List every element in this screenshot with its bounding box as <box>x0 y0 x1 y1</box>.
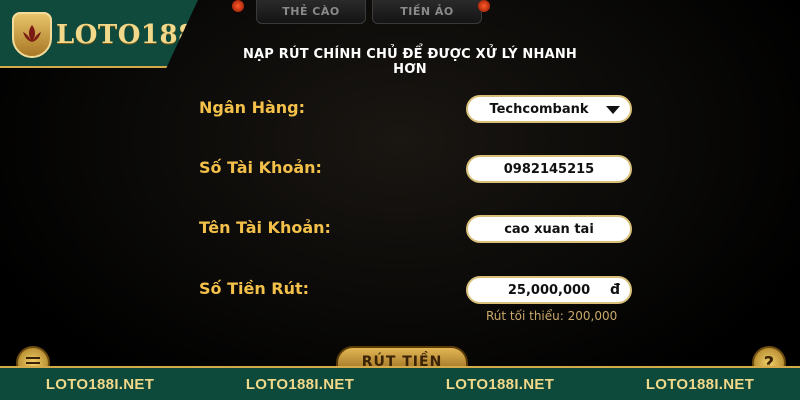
minimum-withdraw-note: Rút tối thiểu: 200,000 <box>486 309 618 323</box>
footer-link[interactable]: LOTO188I.NET <box>646 376 754 393</box>
amount-label: Số Tiền Rút: <box>199 279 310 298</box>
tab-gem-right <box>478 0 490 12</box>
account-number-input[interactable]: 0982145215 <box>466 155 632 183</box>
account-name-label: Tên Tài Khoản: <box>199 218 331 237</box>
bank-value: Techcombank <box>489 101 589 117</box>
account-name-input[interactable]: cao xuan tai <box>466 215 632 243</box>
bank-label: Ngân Hàng: <box>199 98 306 117</box>
account-number-value: 0982145215 <box>503 161 595 177</box>
brand-logo-panel: LOTO188 <box>0 0 198 68</box>
tab-gem-left <box>232 0 244 12</box>
withdraw-screen: THẺ CÀO TIỀN ẢO LOTO188 NẠP RÚT CHÍNH CH… <box>0 0 800 400</box>
bank-select[interactable]: Techcombank <box>466 95 632 123</box>
footer-banner: LOTO188I.NET LOTO188I.NET LOTO188I.NET L… <box>0 366 800 400</box>
footer-link[interactable]: LOTO188I.NET <box>46 376 154 393</box>
withdraw-headline: NẠP RÚT CHÍNH CHỦ ĐỂ ĐƯỢC XỬ LÝ NHANH HƠ… <box>242 47 578 77</box>
account-name-value: cao xuan tai <box>504 221 594 237</box>
amount-value: 25,000,000 <box>507 282 591 298</box>
footer-link[interactable]: LOTO188I.NET <box>246 376 354 393</box>
amount-input[interactable]: 25,000,000 đ <box>466 276 632 304</box>
lotus-crest-icon <box>12 12 52 58</box>
tab-card[interactable]: THẺ CÀO <box>256 0 366 24</box>
logo-text: LOTO188 <box>56 20 197 50</box>
tab-crypto[interactable]: TIỀN ẢO <box>372 0 482 24</box>
tab-bar: THẺ CÀO TIỀN ẢO <box>232 0 492 24</box>
chevron-down-icon <box>606 106 620 114</box>
footer-link[interactable]: LOTO188I.NET <box>446 376 554 393</box>
currency-symbol: đ <box>609 282 620 298</box>
account-number-label: Số Tài Khoản: <box>199 158 322 177</box>
